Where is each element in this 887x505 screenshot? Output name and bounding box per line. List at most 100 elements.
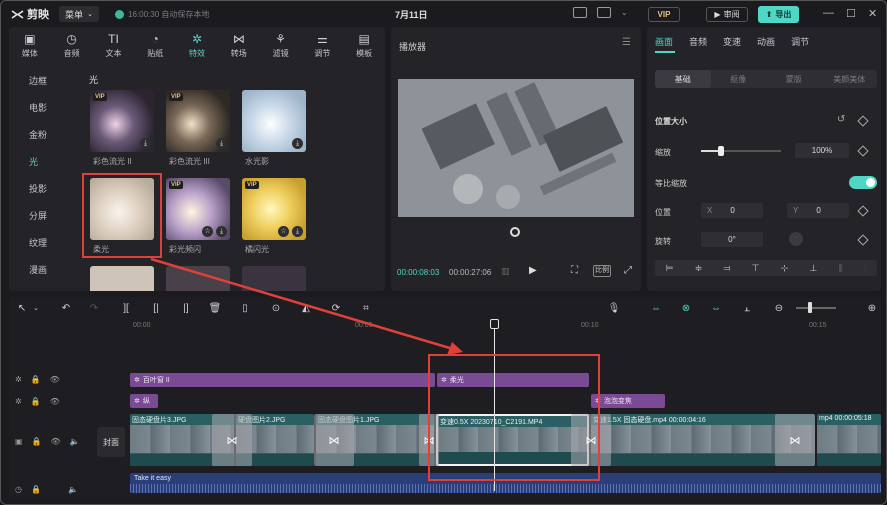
rotate-dial-icon[interactable] (789, 232, 803, 246)
tab-text[interactable]: TI 文本 (93, 27, 135, 63)
effect-item[interactable]: VIP ☆ ⤓ 彩光频闪 (166, 178, 230, 254)
menu-icon[interactable]: ☰ (622, 37, 631, 48)
subtab-cutout[interactable]: 抠像 (711, 70, 767, 88)
download-icon[interactable]: ⤓ (140, 138, 151, 149)
vip-button[interactable]: VIP (648, 7, 680, 22)
maximize-icon[interactable]: ☐ (846, 7, 856, 20)
effect-item[interactable]: ⤓ 水光影 (242, 90, 306, 166)
transition-marker[interactable]: ⋈ (314, 414, 354, 466)
category-comic[interactable]: 漫画 (9, 256, 73, 283)
effect-clip[interactable]: ✲ 泡泡变焦 (591, 394, 665, 408)
tab-transition[interactable]: ⋈ 转场 (218, 27, 260, 63)
effect-item[interactable]: VIP ⤓ 彩色流光 III (166, 90, 230, 166)
lock-icon[interactable]: 🔒 (31, 485, 41, 494)
keyboard-icon[interactable] (573, 7, 587, 18)
download-icon[interactable]: ⤓ (292, 226, 303, 237)
subtab-basic[interactable]: 基础 (655, 70, 711, 88)
keyframe-icon[interactable] (857, 145, 869, 157)
distribute-h-icon[interactable]: ⫼ (839, 263, 843, 274)
menu-button[interactable]: 菜单 ⌄ (59, 6, 99, 22)
expand-icon[interactable]: ⤢ (624, 265, 632, 276)
zoom-slider[interactable] (796, 307, 836, 309)
grid-icon[interactable]: ▥ (501, 266, 510, 277)
download-icon[interactable]: ⤓ (216, 138, 227, 149)
star-icon[interactable]: ☆ (202, 226, 213, 237)
chevron-down-icon[interactable]: ⌄ (29, 301, 43, 315)
playhead-handle[interactable] (490, 319, 499, 329)
review-button[interactable]: ▶ 审阅 (706, 7, 748, 22)
cover-button[interactable]: 封面 (97, 427, 125, 457)
effect-item[interactable] (90, 266, 154, 291)
keyframe-icon[interactable] (857, 234, 869, 246)
tab-adjust[interactable]: 调节 (791, 35, 809, 48)
undo-icon[interactable]: ↶ (59, 301, 73, 315)
star-icon[interactable]: ☆ (278, 226, 289, 237)
align-bottom-icon[interactable]: ⊥ (810, 263, 818, 274)
eye-icon[interactable]: 👁 (50, 397, 60, 406)
category-border[interactable]: 边框 (9, 67, 73, 94)
effect-item[interactable] (242, 266, 306, 291)
effect-item[interactable] (166, 266, 230, 291)
volume-icon[interactable]: 🔈 (70, 437, 80, 446)
category-light[interactable]: 光 (9, 148, 73, 175)
position-y-input[interactable]: Y 0 (787, 203, 849, 218)
tab-filter[interactable]: ⚘ 滤镜 (260, 27, 302, 63)
download-icon[interactable]: ⤓ (292, 138, 303, 149)
align-center-h-icon[interactable]: ≑ (695, 263, 703, 274)
split-icon[interactable]: ][ (119, 301, 133, 315)
trim-left-icon[interactable]: [| (149, 301, 163, 315)
category-movie[interactable]: 电影 (9, 94, 73, 121)
uniform-scale-toggle[interactable] (849, 176, 877, 189)
preview-axis-icon[interactable]: ⫠ (740, 301, 754, 315)
chevron-down-icon[interactable]: ⌄ (621, 8, 628, 17)
video-preview[interactable] (398, 79, 634, 217)
microphone-icon[interactable]: 🎙 (607, 301, 621, 315)
magnet-icon[interactable]: ⊗ (679, 301, 693, 315)
subtab-beauty[interactable]: 美颜美体 (822, 70, 878, 88)
layout-icon[interactable] (597, 7, 611, 18)
link-main-icon[interactable]: ⇔ (649, 301, 663, 315)
effect-item[interactable]: VIP ⤓ 彩色流光 II (90, 90, 154, 166)
category-gold[interactable]: 金粉 (9, 121, 73, 148)
transition-marker[interactable]: ⋈ (775, 414, 815, 466)
tab-template[interactable]: ▤ 模板 (343, 27, 385, 63)
scale-input[interactable]: 100% (795, 143, 849, 158)
distribute-v-icon[interactable]: ⫶ (864, 263, 866, 274)
keyframe-icon[interactable] (857, 205, 869, 217)
reset-icon[interactable]: ↺ (837, 114, 845, 125)
video-clip[interactable]: mp4 00:00:05:18 (817, 414, 881, 466)
tab-animation[interactable]: 动画 (757, 35, 775, 48)
tab-speed[interactable]: 变速 (723, 35, 741, 48)
export-button[interactable]: ⬆ 导出 (758, 6, 799, 23)
tab-picture[interactable]: 画面 (655, 35, 673, 48)
pointer-icon[interactable]: ↖ (15, 301, 29, 315)
rotate-icon[interactable]: ⟳ (329, 301, 343, 315)
tab-media[interactable]: ▣ 媒体 (9, 27, 51, 63)
eye-icon[interactable]: 👁 (50, 375, 60, 384)
delete-icon[interactable]: 🗑 (208, 301, 222, 315)
fullscreen-crop-icon[interactable]: ⛶ (571, 265, 578, 276)
align-left-icon[interactable]: ⊨ (666, 263, 674, 274)
zoom-out-icon[interactable]: ⊖ (772, 301, 786, 315)
lock-icon[interactable]: 🔒 (31, 375, 41, 384)
position-x-input[interactable]: X 0 (701, 203, 763, 218)
keyframe-icon[interactable] (857, 115, 869, 127)
lock-icon[interactable]: 🔒 (31, 397, 41, 406)
align-right-icon[interactable]: ⫤ (724, 263, 731, 274)
eye-icon[interactable]: 👁 (51, 437, 61, 446)
category-shadow[interactable]: 投影 (9, 175, 73, 202)
camera-icon[interactable] (510, 227, 520, 237)
download-icon[interactable]: ⤓ (216, 226, 227, 237)
close-icon[interactable]: ✕ (868, 7, 877, 20)
play-button[interactable]: ▶ (529, 265, 537, 276)
zoom-in-icon[interactable]: ⊕ (865, 301, 879, 315)
tab-audio[interactable]: 音频 (689, 35, 707, 48)
category-texture[interactable]: 纹理 (9, 229, 73, 256)
trim-right-icon[interactable]: |] (179, 301, 193, 315)
align-top-icon[interactable]: ⊤ (752, 263, 760, 274)
zoom-slider-knob[interactable] (808, 302, 812, 313)
redo-icon[interactable]: ↷ (87, 301, 101, 315)
effect-item[interactable]: VIP ☆ ⤓ 橘闪光 (242, 178, 306, 254)
transition-marker[interactable]: ⋈ (212, 414, 252, 466)
effect-clip[interactable]: ✲ 百叶窗 II (130, 373, 435, 387)
